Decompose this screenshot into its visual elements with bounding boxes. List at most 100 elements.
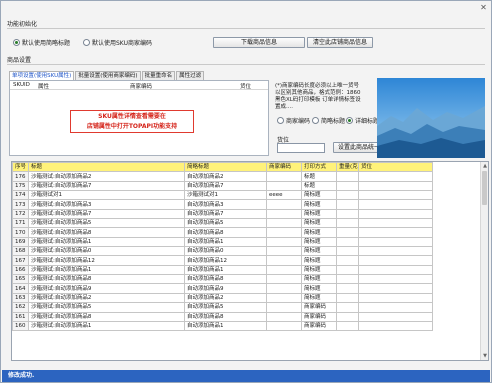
- tab-attr-filter[interactable]: 属性过滤: [176, 71, 205, 80]
- radio-opt-detail[interactable]: 详细标题: [346, 116, 379, 125]
- cell-short-title[interactable]: 自动添加商品8: [184, 274, 267, 285]
- cell-weight[interactable]: [336, 283, 359, 294]
- radio-sku-code[interactable]: 默认使用SKU商家编码: [83, 38, 152, 47]
- cell-print[interactable]: 简标题: [301, 246, 337, 257]
- cell-short-title[interactable]: 自动添加商品8: [184, 311, 267, 322]
- header-location[interactable]: 货位: [358, 162, 433, 173]
- cell-location[interactable]: [358, 218, 433, 229]
- cell-code[interactable]: [266, 199, 302, 210]
- cell-code[interactable]: [266, 246, 302, 257]
- radio-opt-simple[interactable]: 简略标题: [312, 116, 345, 125]
- cell-weight[interactable]: [336, 292, 359, 304]
- cell-print[interactable]: 简标题: [301, 199, 337, 210]
- cell-print[interactable]: 简标题: [301, 264, 337, 276]
- header-print[interactable]: 打印方式: [301, 162, 337, 173]
- tab-batch-rename[interactable]: 批量重命名: [141, 71, 176, 80]
- cell-print[interactable]: 商家编码: [301, 320, 337, 332]
- cell-seq[interactable]: 173: [12, 199, 29, 210]
- cell-seq[interactable]: 170: [12, 227, 29, 238]
- radio-dot[interactable]: [13, 39, 20, 46]
- cell-short-title[interactable]: 自动添加商品2: [184, 292, 267, 304]
- cell-weight[interactable]: [336, 264, 359, 276]
- cell-short-title[interactable]: 自动添加商品2: [184, 171, 267, 182]
- cell-weight[interactable]: [336, 190, 359, 201]
- cell-seq[interactable]: 162: [12, 302, 29, 313]
- cell-title[interactable]: 沙箱测试:自动添加商品12: [28, 255, 185, 266]
- cell-weight[interactable]: [336, 199, 359, 210]
- cell-title[interactable]: 沙箱测试:自动添加商品1: [28, 320, 185, 332]
- cell-seq[interactable]: 175: [12, 180, 29, 192]
- cell-code[interactable]: [266, 264, 302, 276]
- cell-code[interactable]: [266, 255, 302, 266]
- vertical-scrollbar[interactable]: ▲ ▼: [480, 162, 488, 360]
- cell-print[interactable]: 简标题: [301, 227, 337, 238]
- cell-code[interactable]: [266, 236, 302, 248]
- cell-title[interactable]: 沙箱测试:自动添加商品2: [28, 171, 185, 182]
- cell-seq[interactable]: 174: [12, 190, 29, 201]
- cell-weight[interactable]: [336, 302, 359, 313]
- cell-code[interactable]: [266, 218, 302, 229]
- cell-seq[interactable]: 164: [12, 283, 29, 294]
- header-weight[interactable]: 重量(克): [336, 162, 359, 173]
- cell-location[interactable]: [358, 190, 433, 201]
- clear-shop-items-button[interactable]: 清空此店铺商品信息: [307, 37, 373, 48]
- cell-title[interactable]: 沙箱测试:自动添加商品3: [28, 199, 185, 210]
- cell-seq[interactable]: 166: [12, 264, 29, 276]
- cell-code[interactable]: [266, 302, 302, 313]
- cell-short-title[interactable]: 自动添加商品8: [184, 227, 267, 238]
- cell-location[interactable]: [358, 302, 433, 313]
- cell-print[interactable]: 简标题: [301, 274, 337, 285]
- table-row[interactable]: 165 沙箱测试:自动添加商品8 自动添加商品8 简标题: [12, 274, 433, 285]
- cell-code[interactable]: [266, 180, 302, 192]
- cell-title[interactable]: 沙箱测试:自动添加商品2: [28, 292, 185, 304]
- table-row[interactable]: 166 沙箱测试:自动添加商品1 自动添加商品1 简标题: [12, 264, 433, 276]
- cell-title[interactable]: 沙箱测试:自动添加商品9: [28, 283, 185, 294]
- cell-weight[interactable]: [336, 236, 359, 248]
- arrow-up-icon[interactable]: ▲: [481, 162, 488, 170]
- radio-dot[interactable]: [83, 39, 90, 46]
- header-short-title[interactable]: 简略标题: [184, 162, 267, 173]
- cell-short-title[interactable]: 沙箱测试对1: [184, 190, 267, 201]
- header-seq[interactable]: 序号: [12, 162, 29, 173]
- tab-batch-code[interactable]: 批量设置(使用商家编码): [75, 71, 141, 80]
- cell-weight[interactable]: [336, 255, 359, 266]
- cell-short-title[interactable]: 自动添加商品9: [184, 283, 267, 294]
- cell-weight[interactable]: [336, 180, 359, 192]
- cell-print[interactable]: 简标题: [301, 218, 337, 229]
- cell-print[interactable]: 商家编码: [301, 311, 337, 322]
- cell-weight[interactable]: [336, 246, 359, 257]
- radio-dot[interactable]: [277, 117, 284, 124]
- cell-seq[interactable]: 165: [12, 274, 29, 285]
- cell-weight[interactable]: [336, 274, 359, 285]
- cell-location[interactable]: [358, 255, 433, 266]
- location-input[interactable]: [277, 143, 325, 153]
- cell-seq[interactable]: 168: [12, 246, 29, 257]
- cell-print[interactable]: 简标题: [301, 208, 337, 220]
- cell-code[interactable]: eeee: [266, 190, 302, 201]
- cell-short-title[interactable]: 自动添加商品0: [184, 246, 267, 257]
- cell-location[interactable]: [358, 199, 433, 210]
- cell-title[interactable]: 沙箱测试对1: [28, 190, 185, 201]
- cell-print[interactable]: 标题: [301, 180, 337, 192]
- cell-seq[interactable]: 161: [12, 311, 29, 322]
- table-row[interactable]: 162 沙箱测试:自动添加商品5 自动添加商品5 商家编码: [12, 302, 433, 313]
- cell-short-title[interactable]: 自动添加商品1: [184, 264, 267, 276]
- cell-title[interactable]: 沙箱测试:自动添加商品8: [28, 311, 185, 322]
- cell-location[interactable]: [358, 208, 433, 220]
- cell-print[interactable]: 商家编码: [301, 302, 337, 313]
- cell-title[interactable]: 沙箱测试:自动添加商品0: [28, 246, 185, 257]
- cell-title[interactable]: 沙箱测试:自动添加商品1: [28, 236, 185, 248]
- cell-seq[interactable]: 169: [12, 236, 29, 248]
- cell-seq[interactable]: 172: [12, 208, 29, 220]
- cell-print[interactable]: 简标题: [301, 236, 337, 248]
- cell-location[interactable]: [358, 171, 433, 182]
- table-row[interactable]: 163 沙箱测试:自动添加商品2 自动添加商品2 简标题: [12, 292, 433, 304]
- cell-location[interactable]: [358, 236, 433, 248]
- table-row[interactable]: 164 沙箱测试:自动添加商品9 自动添加商品9 简标题: [12, 283, 433, 294]
- cell-location[interactable]: [358, 311, 433, 322]
- table-row[interactable]: 176 沙箱测试:自动添加商品2 自动添加商品2 标题: [12, 171, 433, 182]
- cell-location[interactable]: [358, 320, 433, 332]
- cell-seq[interactable]: 160: [12, 320, 29, 332]
- cell-weight[interactable]: [336, 208, 359, 220]
- cell-title[interactable]: 沙箱测试:自动添加商品7: [28, 208, 185, 220]
